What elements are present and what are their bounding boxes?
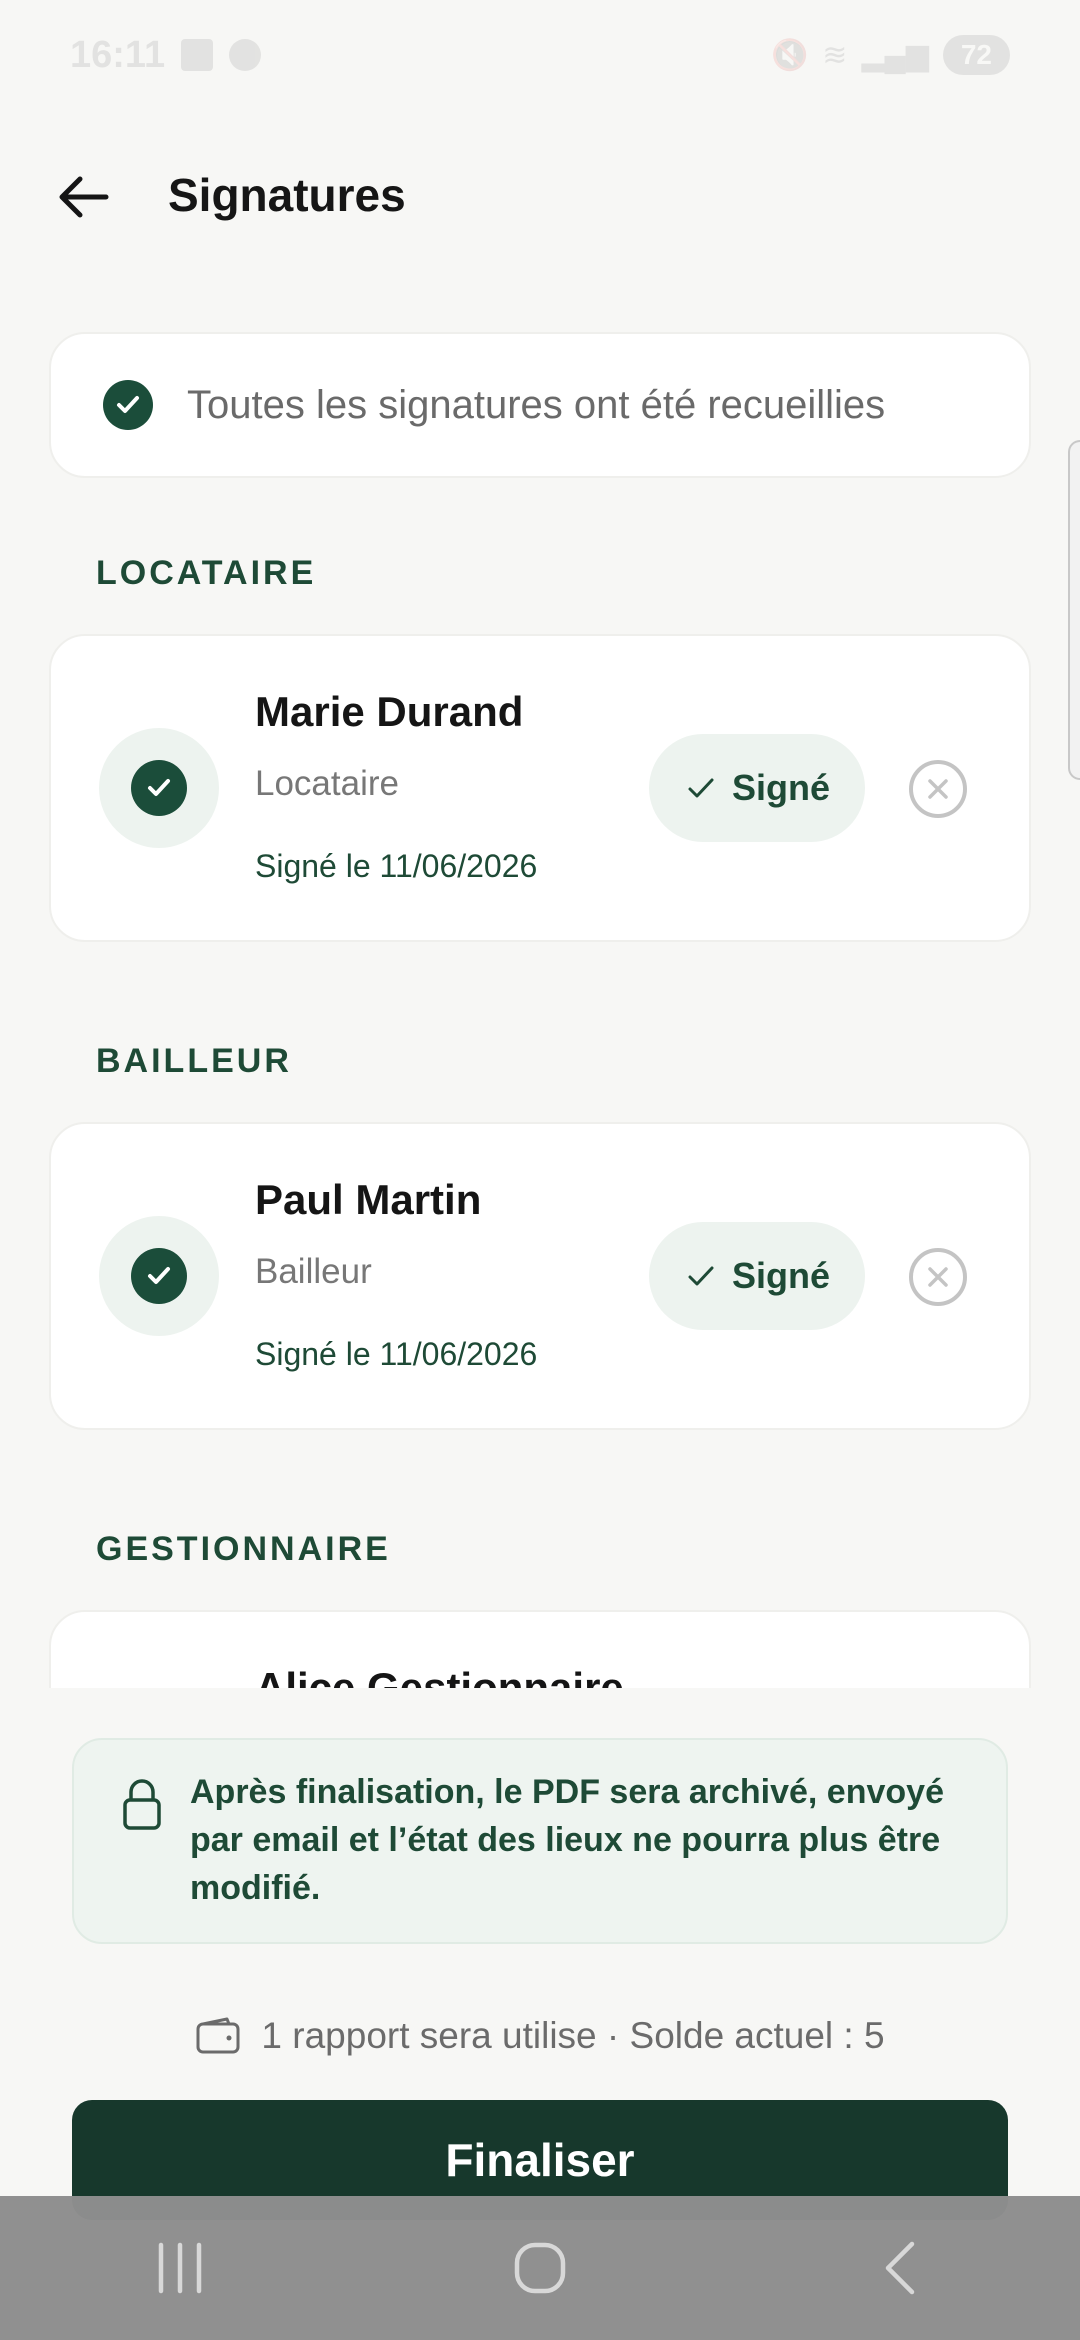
status-left: 16:11 [70,33,262,77]
signer-role: Bailleur [255,1252,372,1291]
system-nav-bar [0,2196,1080,2340]
check-icon [688,1266,714,1286]
check-circle-icon [131,1248,187,1304]
signed-status-badge: Signé [649,1222,865,1330]
signer-card-locataire: Marie Durand Locataire Signé le 11/06/20… [49,634,1031,942]
section-label-bailleur: BAILLEUR [96,1042,292,1080]
notification-icon [181,39,214,71]
location-icon [229,39,262,71]
signatures-complete-banner: Toutes les signatures ont été recueillie… [49,332,1031,478]
chevron-left-icon [885,2241,915,2295]
recent-apps-icon [158,2242,202,2294]
status-time: 16:11 [70,33,166,76]
signer-status-avatar [99,1216,219,1336]
lock-icon [123,1779,161,1830]
signer-name: Marie Durand [255,688,524,735]
system-back-button[interactable] [840,2218,960,2318]
back-button[interactable] [52,165,116,229]
check-icon [688,778,714,798]
edge-panel-handle[interactable] [1068,440,1080,780]
recent-apps-button[interactable] [120,2218,240,2318]
signed-status-label: Signé [731,1255,830,1296]
credits-text: 1 rapport sera utilise · Solde actuel : … [261,2015,885,2056]
signed-status-badge: Signé [649,734,865,842]
battery-indicator: 72 [942,35,1010,75]
check-circle-icon [131,760,187,816]
section-label-gestionnaire: GESTIONNAIRE [96,1530,391,1568]
banner-text: Toutes les signatures ont été recueillie… [187,382,886,427]
signer-name: Paul Martin [255,1176,482,1223]
app-header: Signatures [0,140,1080,250]
signer-date: Signé le 11/06/2026 [255,848,538,884]
status-right: 🔇 ≋ ▂▄▆ 72 [771,35,1010,75]
home-icon [514,2242,566,2294]
finalize-info-text: Après finalisation, le PDF sera archivé,… [190,1773,944,1907]
page-title: Signatures [168,169,406,221]
remove-signature-button[interactable] [909,1248,967,1306]
signed-status-label: Signé [731,767,830,808]
status-bar: 16:11 🔇 ≋ ▂▄▆ 72 [0,0,1080,110]
close-icon [928,1267,948,1287]
wifi-icon: ≋ [822,38,848,72]
signer-role: Locataire [255,764,399,803]
finalize-info-box: Après finalisation, le PDF sera archivé,… [72,1738,1008,1944]
remove-signature-button[interactable] [909,760,967,818]
section-label-locataire: LOCATAIRE [96,554,317,592]
credits-row: 1 rapport sera utilise · Solde actuel : … [0,2006,1080,2066]
signer-card-bailleur: Paul Martin Bailleur Signé le 11/06/2026… [49,1122,1031,1430]
mute-icon: 🔇 [770,38,809,72]
signer-date: Signé le 11/06/2026 [255,1336,538,1372]
check-circle-icon [103,380,153,430]
signal-icon: ▂▄▆ [861,38,929,72]
signer-status-avatar [99,728,219,848]
arrow-left-icon [59,176,109,218]
home-button[interactable] [480,2218,600,2318]
wallet-icon [196,2017,240,2054]
close-icon [928,779,948,799]
